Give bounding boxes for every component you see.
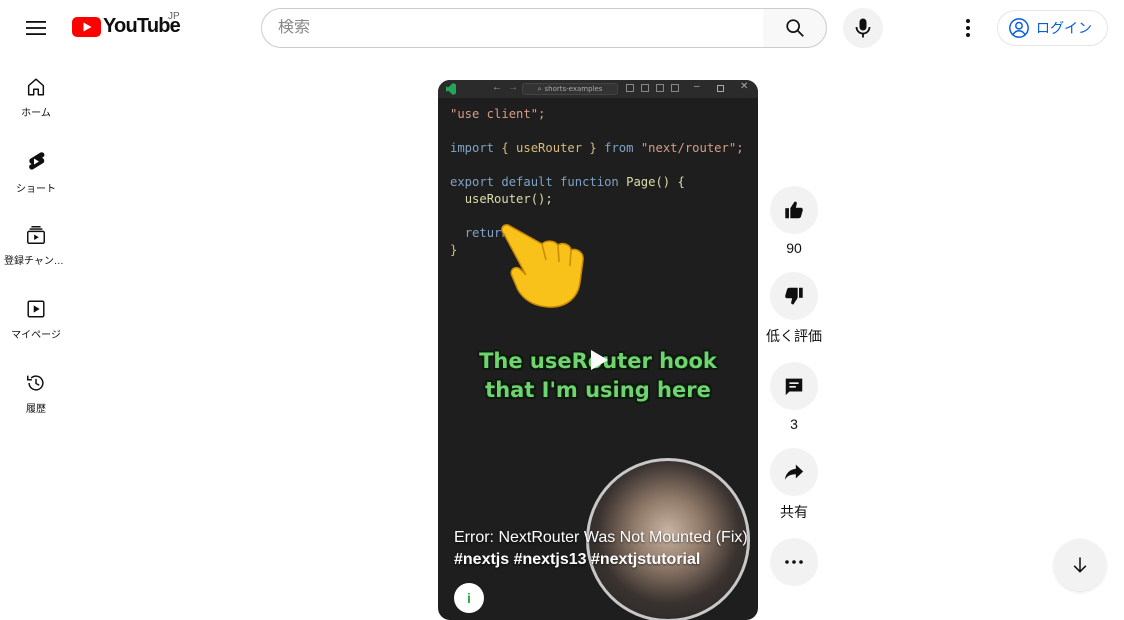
sidebar-item-shorts[interactable]: ショート <box>0 130 72 204</box>
code-token: { useRouter } <box>501 141 597 155</box>
code-token: from <box>604 141 634 155</box>
mini-guide: ホーム ショート 登録チャンネル マイページ 履歴 <box>0 56 72 426</box>
like-action: 90 <box>770 186 818 256</box>
more-vert-icon <box>966 19 970 37</box>
comment-button[interactable] <box>770 362 818 410</box>
search-input[interactable] <box>278 19 763 37</box>
comment-action: 3 <box>770 362 818 432</box>
youtube-play-logo-icon <box>72 16 101 37</box>
history-icon <box>27 375 44 391</box>
thumbs-down-icon <box>785 287 803 305</box>
shorts-actions: 90 低く評価 3 共有 <box>766 186 822 602</box>
layout-panel-icon <box>641 84 649 92</box>
window-minimize-icon: – <box>694 81 700 92</box>
comment-icon <box>785 378 803 396</box>
code-snippet: "use client"; import { useRouter } from … <box>450 106 744 259</box>
voice-search-button[interactable] <box>843 8 883 48</box>
editor-search-icon: ⌕ <box>537 84 542 93</box>
sidebar-item-home[interactable]: ホーム <box>0 56 72 130</box>
comment-count: 3 <box>790 416 798 432</box>
editor-title-bar: ← → ⌕ shorts-examples – ✕ <box>438 80 758 98</box>
sidebar-item-label: ショート <box>16 184 56 195</box>
youtube-logo[interactable]: YouTube JP <box>72 11 181 38</box>
caption-line-2: that I'm using here <box>485 378 711 402</box>
video-title-hashtags[interactable]: #nextjs #nextjs13 #nextjstutorial <box>454 551 700 568</box>
masthead: YouTube JP ログイン <box>0 0 1124 56</box>
code-token: import <box>450 141 495 155</box>
code-line: "use client"; <box>450 107 546 121</box>
dislike-button[interactable] <box>770 272 818 320</box>
editor-search-text: shorts-examples <box>544 85 603 93</box>
forward-arrow-icon: → <box>508 82 518 93</box>
subscriptions-icon <box>27 226 45 244</box>
code-token: export default function <box>450 175 619 189</box>
share-button[interactable] <box>770 448 818 496</box>
sidebar-item-you[interactable]: マイページ <box>0 278 72 352</box>
editor-command-center: ⌕ shorts-examples <box>522 83 618 95</box>
channel-info[interactable]: i <box>454 583 484 613</box>
more-action <box>770 538 818 586</box>
sidebar-item-label: マイページ <box>11 330 61 341</box>
next-video-button[interactable] <box>1054 539 1106 591</box>
login-label: ログイン <box>1036 20 1092 36</box>
back-arrow-icon: ← <box>492 82 502 93</box>
hamburger-icon <box>26 21 46 35</box>
share-arrow-icon <box>784 464 804 480</box>
shorts-player[interactable]: ← → ⌕ shorts-examples – ✕ "use client"; i… <box>438 80 758 620</box>
code-token: "next/router"; <box>640 141 744 155</box>
settings-more-button[interactable] <box>952 12 984 44</box>
search-box <box>261 8 764 48</box>
video-title: Error: NextRouter Was Not Mounted (Fix) … <box>454 527 749 571</box>
sidebar-item-label: 履歴 <box>26 404 46 415</box>
channel-avatar[interactable]: i <box>454 583 484 613</box>
thumbs-up-icon <box>785 201 803 219</box>
search-icon <box>785 19 804 37</box>
microphone-icon <box>855 18 871 38</box>
like-button[interactable] <box>770 186 818 234</box>
share-label: 共有 <box>780 504 808 520</box>
account-circle-icon <box>1009 18 1029 38</box>
more-horiz-icon <box>785 560 803 564</box>
pointing-hand-emoji-icon <box>501 224 584 308</box>
share-action: 共有 <box>770 448 818 522</box>
sidebar-item-history[interactable]: 履歴 <box>0 352 72 426</box>
dislike-label: 低く評価 <box>766 328 822 344</box>
play-icon[interactable] <box>586 348 610 372</box>
sidebar-item-subscriptions[interactable]: 登録チャンネル <box>0 204 72 278</box>
search-button[interactable] <box>763 8 827 48</box>
login-button[interactable]: ログイン <box>997 10 1108 46</box>
layout-sidebar-icon <box>656 84 664 92</box>
layout-grid-icon <box>671 84 679 92</box>
channel-avatar-letter: i <box>467 590 471 606</box>
vscode-logo-icon <box>446 83 456 95</box>
shorts-icon <box>29 152 45 170</box>
code-line: } <box>450 243 458 257</box>
sidebar-item-label: ホーム <box>21 108 51 119</box>
video-title-text: Error: NextRouter Was Not Mounted (Fix) <box>454 529 748 546</box>
you-icon <box>27 300 45 318</box>
dislike-action: 低く評価 <box>766 272 822 346</box>
layout-icon <box>626 84 634 92</box>
more-actions-button[interactable] <box>770 538 818 586</box>
region-code: JP <box>168 11 180 22</box>
window-close-icon: ✕ <box>740 81 749 92</box>
home-icon <box>27 78 45 96</box>
guide-menu-button[interactable] <box>20 12 52 44</box>
arrow-down-icon <box>1073 557 1087 573</box>
like-count: 90 <box>786 240 802 256</box>
sidebar-item-label: 登録チャンネル <box>4 256 68 267</box>
window-maximize-icon <box>717 85 724 92</box>
code-token: Page() { <box>626 175 685 189</box>
code-line: useRouter(); <box>464 192 553 206</box>
